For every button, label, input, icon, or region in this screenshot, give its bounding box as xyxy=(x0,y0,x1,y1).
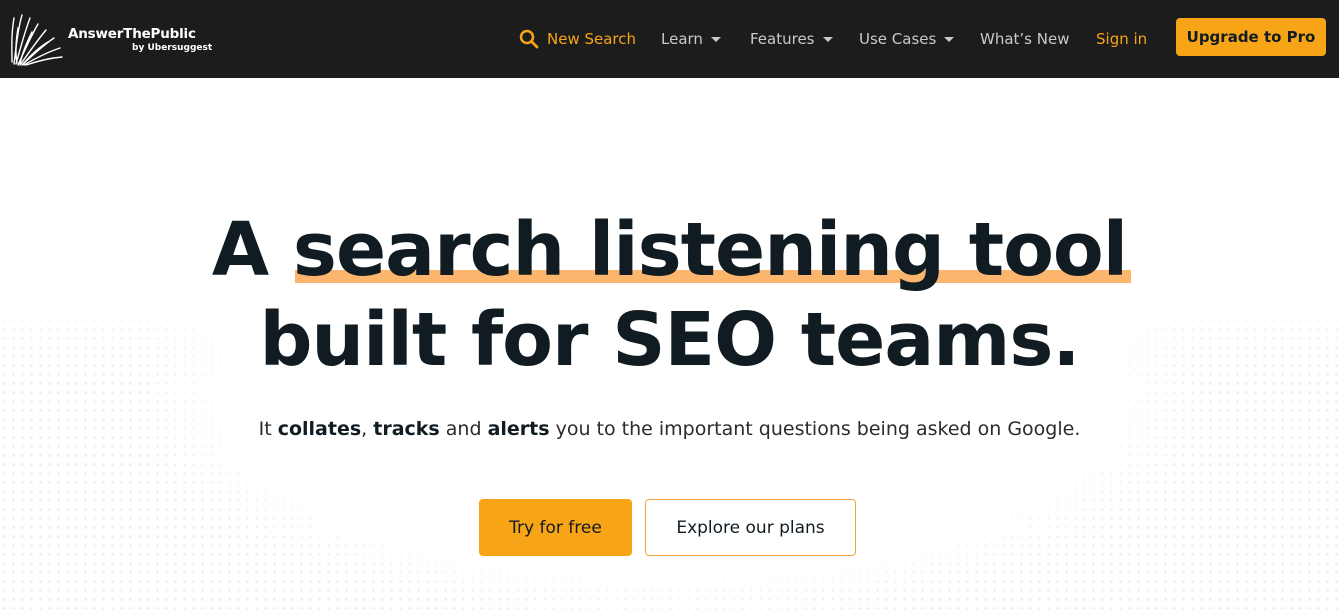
chevron-down-icon xyxy=(710,36,721,42)
top-navigation-bar: AnswerThePublic by Ubersuggest New Searc… xyxy=(0,0,1339,78)
subtitle-text: you to the important questions being ask… xyxy=(549,418,1081,440)
nav-features-label: Features xyxy=(750,30,815,48)
explore-plans-button[interactable]: Explore our plans xyxy=(645,499,856,556)
brand-logo[interactable]: AnswerThePublic by Ubersuggest xyxy=(8,10,218,68)
subtitle-text: , xyxy=(361,418,374,440)
subtitle-text: It xyxy=(258,418,278,440)
search-icon xyxy=(519,29,539,49)
try-for-free-button[interactable]: Try for free xyxy=(479,499,632,556)
nav-whats-new[interactable]: What’s New xyxy=(980,28,1069,50)
subtitle-bold: tracks xyxy=(373,418,440,440)
chevron-down-icon xyxy=(944,36,955,42)
headline-highlight: search listening tool xyxy=(292,207,1132,293)
headline-line-2: built for SEO teams. xyxy=(259,297,1080,383)
subtitle-bold: alerts xyxy=(487,418,550,440)
chevron-down-icon xyxy=(822,36,833,42)
headline-prefix: A xyxy=(211,207,269,293)
brand-subtitle: by Ubersuggest xyxy=(132,43,213,53)
sign-in-link[interactable]: Sign in xyxy=(1096,28,1147,50)
nav-learn-label: Learn xyxy=(661,30,703,48)
brand-name: AnswerThePublic xyxy=(68,26,196,42)
nav-new-search-label: New Search xyxy=(547,30,637,48)
subtitle-bold: collates xyxy=(277,418,362,440)
nav-use-cases-label: Use Cases xyxy=(859,30,937,48)
hero-subtitle: It collates, tracks and alerts you to th… xyxy=(0,418,1339,440)
burst-lines-icon xyxy=(11,14,63,66)
subtitle-text: and xyxy=(439,418,488,440)
hero-headline: A search listening tool built for SEO te… xyxy=(0,205,1339,385)
nav-use-cases-dropdown[interactable]: Use Cases xyxy=(859,28,955,50)
nav-features-dropdown[interactable]: Features xyxy=(750,28,833,50)
upgrade-to-pro-button[interactable]: Upgrade to Pro xyxy=(1176,18,1326,56)
nav-new-search[interactable]: New Search xyxy=(519,28,636,50)
headline-line-1: A search listening tool xyxy=(0,205,1339,295)
nav-learn-dropdown[interactable]: Learn xyxy=(661,28,721,50)
